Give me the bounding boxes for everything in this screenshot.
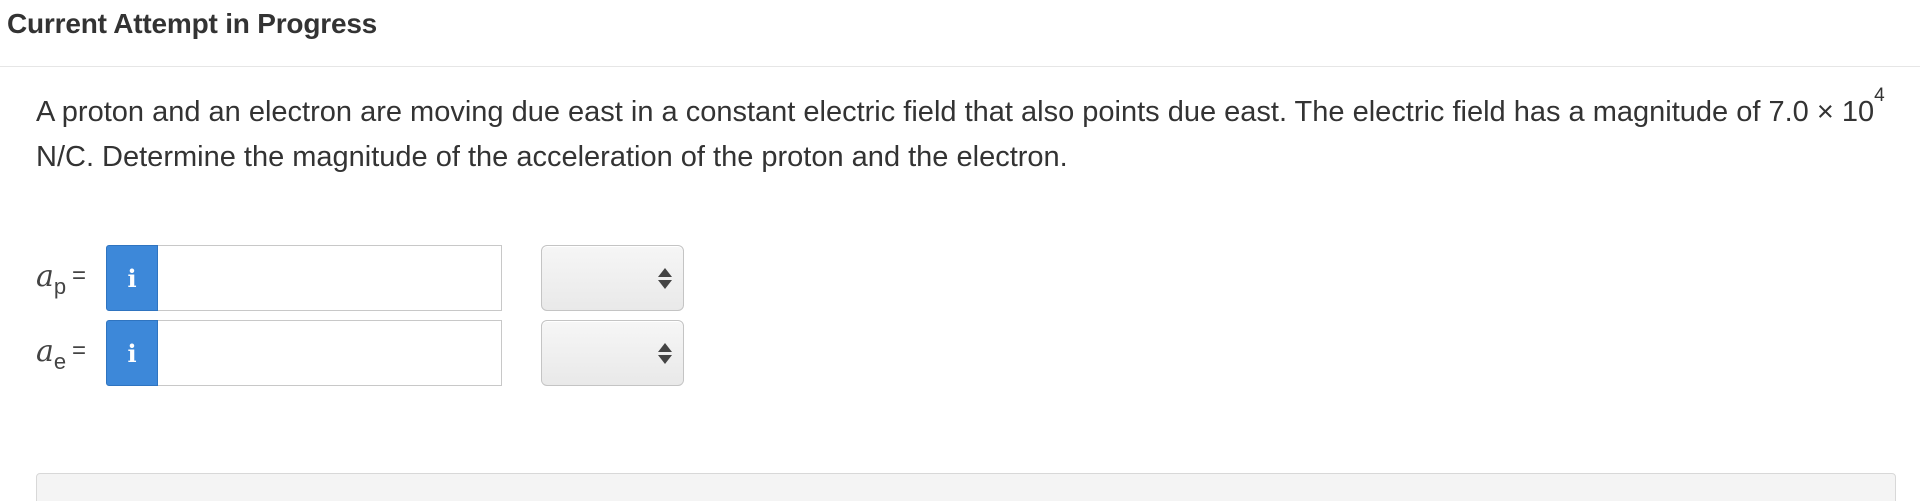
answer-input-proton[interactable] <box>158 245 502 311</box>
variable-label-electron: ae <box>36 334 66 374</box>
question-exponent: 4 <box>1874 85 1885 106</box>
variable-symbol: a <box>36 334 54 369</box>
select-arrows-icon <box>658 268 672 290</box>
info-button-proton[interactable]: i <box>106 245 158 311</box>
answer-input-electron[interactable] <box>158 320 502 386</box>
equals-sign: = <box>72 337 87 364</box>
variable-label-proton: ap <box>36 259 66 299</box>
select-arrows-icon <box>658 343 672 365</box>
question-text-end: N/C. Determine the magnitude of the acce… <box>36 141 1068 173</box>
info-icon: i <box>127 338 137 368</box>
variable-symbol: a <box>36 259 54 294</box>
info-icon: i <box>127 263 137 293</box>
page-title: Current Attempt in Progress <box>7 8 378 39</box>
variable-subscript: p <box>53 274 67 299</box>
bottom-panel <box>36 473 1896 501</box>
question-page: Current Attempt in Progress A proton and… <box>0 0 1920 501</box>
unit-select-proton[interactable] <box>541 245 684 311</box>
question-text-main: A proton and an electron are moving due … <box>36 96 1875 128</box>
question-text: A proton and an electron are moving due … <box>36 86 1896 180</box>
header: Current Attempt in Progress <box>0 0 1920 67</box>
equals-sign: = <box>72 262 87 289</box>
info-button-electron[interactable]: i <box>106 320 158 386</box>
variable-subscript: e <box>53 349 67 374</box>
unit-select-electron[interactable] <box>541 320 684 386</box>
